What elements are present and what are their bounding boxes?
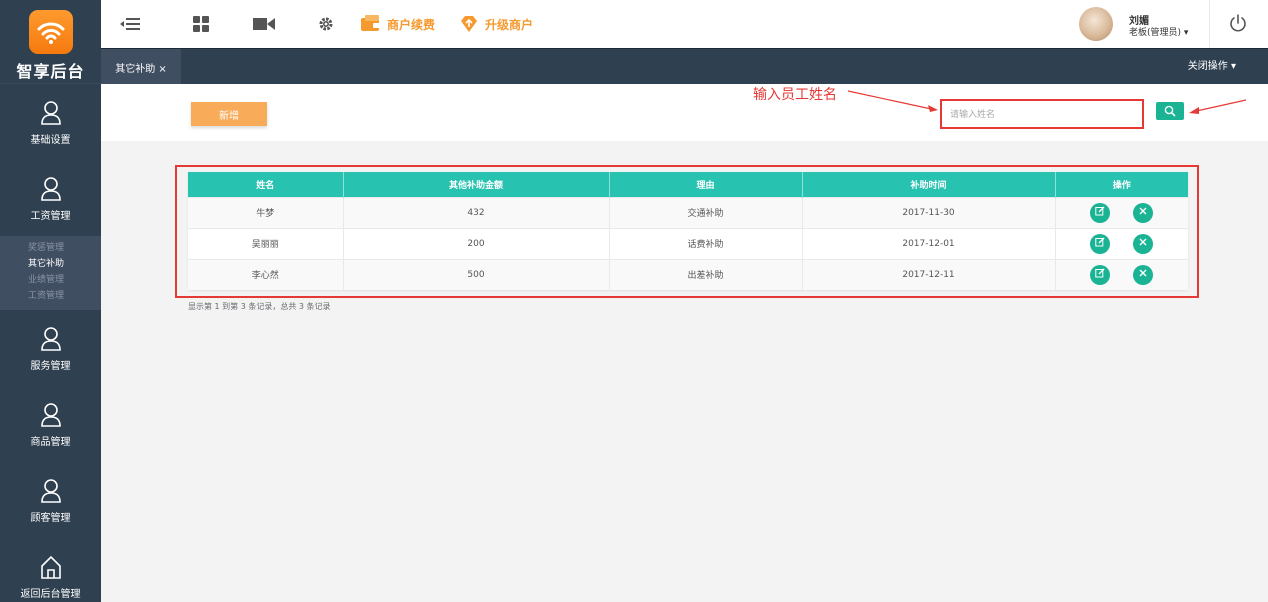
renew-merchant-label: 商户续费	[387, 17, 436, 32]
edit-icon	[1095, 206, 1105, 215]
tab-other-subsidy[interactable]: 其它补助 ×	[101, 49, 181, 85]
cell-name: 牛梦	[188, 196, 344, 228]
submenu-item-performance[interactable]: 业绩管理	[0, 272, 101, 288]
cell-amount: 200	[343, 227, 610, 259]
home-icon	[40, 555, 61, 579]
sidebar-item-label: 返回后台管理	[20, 588, 81, 600]
close-operations-dropdown[interactable]: 关闭操作 ▾	[1188, 49, 1236, 85]
subsidy-table: 姓名 其他补助金额 理由 补助时间 操作 牛梦 432 交通补助 2017-11…	[188, 172, 1188, 290]
sidebar-item-label: 商品管理	[30, 436, 71, 448]
sidebar-item-label: 顾客管理	[30, 512, 71, 524]
table-header-row: 姓名 其他补助金额 理由 补助时间 操作	[188, 172, 1188, 197]
user-role-dropdown[interactable]: 老板(管理员) ▾	[1129, 25, 1188, 38]
close-icon	[1139, 269, 1147, 277]
close-icon	[1139, 238, 1147, 245]
sidebar: 智享后台 基础设置 工资管理 奖惩管理 其它补助 业绩管理 工资管理 服务管理 …	[0, 0, 101, 602]
edit-icon	[1095, 237, 1105, 246]
cell-reason: 出差补助	[609, 258, 803, 290]
edit-button[interactable]	[1090, 233, 1111, 254]
table-row: 吴丽丽 200 话费补助 2017-12-01	[188, 227, 1188, 259]
cell-actions	[1055, 258, 1188, 290]
power-icon[interactable]	[1229, 14, 1247, 35]
user-icon	[40, 402, 61, 427]
wifi-logo-icon	[28, 10, 73, 54]
table-row: 李心然 500 出差补助 2017-12-11	[188, 258, 1188, 290]
search-icon	[1164, 105, 1176, 117]
search-input[interactable]	[950, 106, 1136, 123]
column-header-amount[interactable]: 其他补助金额	[343, 172, 610, 197]
submenu-item-rewards[interactable]: 奖惩管理	[0, 240, 101, 256]
column-header-name[interactable]: 姓名	[188, 172, 344, 197]
grid-icon[interactable]	[193, 14, 209, 34]
avatar[interactable]	[1079, 7, 1113, 41]
search-button[interactable]	[1156, 102, 1184, 120]
wallet-icon	[361, 15, 381, 31]
cell-actions	[1055, 196, 1188, 228]
user-icon	[40, 176, 61, 201]
sidebar-item-label: 服务管理	[30, 360, 71, 372]
pagination-summary: 显示第 1 到第 3 条记录，总共 3 条记录	[188, 302, 331, 311]
submenu-item-other-subsidy[interactable]: 其它补助	[0, 256, 101, 272]
cell-date: 2017-11-30	[802, 196, 1056, 228]
table-row: 牛梦 432 交通补助 2017-11-30	[188, 196, 1188, 228]
column-header-date[interactable]: 补助时间	[802, 172, 1056, 197]
upgrade-merchant-label: 升级商户	[485, 17, 534, 32]
cell-date: 2017-12-01	[802, 227, 1056, 259]
search-box-frame	[940, 99, 1144, 129]
cell-amount: 432	[343, 196, 610, 228]
sidebar-item-back-admin[interactable]: 返回后台管理	[0, 538, 101, 602]
toolbar: 新增 输入员工姓名	[101, 84, 1268, 141]
submenu-item-salary-manage[interactable]: 工资管理	[0, 288, 101, 304]
gear-icon[interactable]	[318, 14, 334, 34]
salary-submenu: 奖惩管理 其它补助 业绩管理 工资管理	[0, 236, 101, 310]
sidebar-item-customers[interactable]: 顾客管理	[0, 462, 101, 538]
sidebar-item-service[interactable]: 服务管理	[0, 310, 101, 386]
column-header-reason[interactable]: 理由	[609, 172, 803, 197]
column-header-actions: 操作	[1055, 172, 1188, 197]
sidebar-item-basic-settings[interactable]: 基础设置	[0, 84, 101, 160]
edit-icon	[1095, 268, 1105, 278]
divider	[1209, 0, 1210, 48]
cell-date: 2017-12-11	[802, 258, 1056, 290]
cell-name: 吴丽丽	[188, 227, 344, 259]
brand-name: 智享后台	[16, 62, 85, 81]
user-icon	[40, 478, 61, 503]
tab-bar: 其它补助 × 关闭操作 ▾	[101, 48, 1268, 85]
cell-reason: 交通补助	[609, 196, 803, 228]
annotation-label: 输入员工姓名	[753, 87, 837, 103]
cell-name: 李心然	[188, 258, 344, 290]
edit-button[interactable]	[1090, 202, 1111, 223]
sidebar-item-label: 工资管理	[30, 210, 71, 222]
delete-button[interactable]	[1133, 264, 1154, 285]
add-button[interactable]: 新增	[191, 102, 267, 126]
logo: 智享后台	[0, 0, 101, 84]
edit-button[interactable]	[1090, 264, 1111, 285]
upgrade-merchant-link[interactable]: 升级商户	[459, 14, 533, 34]
delete-button[interactable]	[1133, 233, 1154, 254]
user-icon	[40, 100, 61, 125]
cell-reason: 话费补助	[609, 227, 803, 259]
user-icon	[40, 326, 61, 351]
cell-actions	[1055, 227, 1188, 259]
sidebar-item-goods[interactable]: 商品管理	[0, 386, 101, 462]
top-navbar: 商户续费 升级商户 刘媚 老板(管理员) ▾	[101, 0, 1268, 48]
renew-merchant-link[interactable]: 商户续费	[361, 14, 435, 34]
sidebar-item-salary[interactable]: 工资管理	[0, 160, 101, 236]
diamond-icon	[461, 16, 477, 32]
menu-toggle-icon[interactable]	[120, 14, 140, 34]
close-icon	[1139, 207, 1147, 214]
cell-amount: 500	[343, 258, 610, 290]
video-icon[interactable]	[253, 14, 275, 34]
sidebar-item-label: 基础设置	[30, 134, 71, 146]
delete-button[interactable]	[1133, 202, 1154, 223]
